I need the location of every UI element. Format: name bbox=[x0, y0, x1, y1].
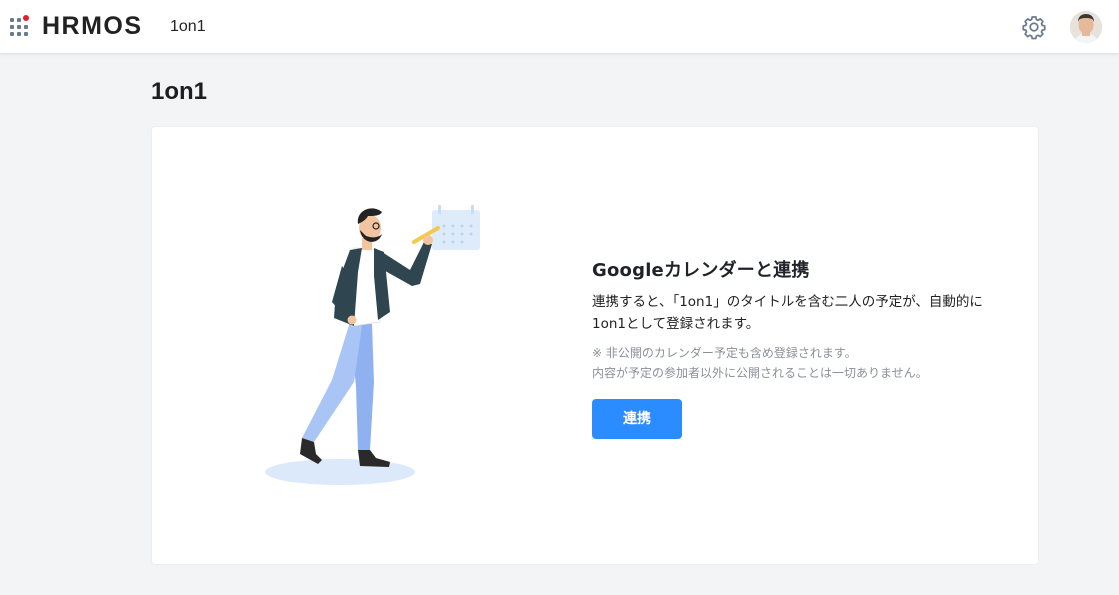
calendar-link-card: Googleカレンダーと連携 連携すると、「1on1」のタイトルを含む二人の予定… bbox=[151, 126, 1039, 565]
apps-grid-icon[interactable] bbox=[8, 15, 32, 39]
link-calendar-button[interactable]: 連携 bbox=[592, 399, 682, 439]
top-header: HRMOS 1on1 bbox=[0, 0, 1119, 54]
card-title: Googleカレンダーと連携 bbox=[592, 260, 810, 281]
page-title: 1on1 bbox=[151, 78, 208, 105]
product-name: 1on1 bbox=[170, 18, 206, 35]
card-description: 連携すると、「1on1」のタイトルを含む二人の予定が、自動的に1on1として登録… bbox=[592, 294, 983, 332]
card-note: ※ 非公開のカレンダー予定も含め登録されます。 内容が予定の参加者以外に公開され… bbox=[592, 343, 992, 383]
card-note-line-1: ※ 非公開のカレンダー予定も含め登録されます。 bbox=[592, 346, 857, 360]
hrmos-logo[interactable]: HRMOS bbox=[42, 12, 143, 40]
user-avatar[interactable] bbox=[1070, 11, 1102, 43]
person-calendar-illustration bbox=[262, 202, 502, 492]
card-note-line-2: 内容が予定の参加者以外に公開されることは一切ありません。 bbox=[592, 366, 928, 380]
calendar-link-content: Googleカレンダーと連携 連携すると、「1on1」のタイトルを含む二人の予定… bbox=[592, 259, 992, 439]
gear-icon[interactable] bbox=[1021, 14, 1047, 40]
